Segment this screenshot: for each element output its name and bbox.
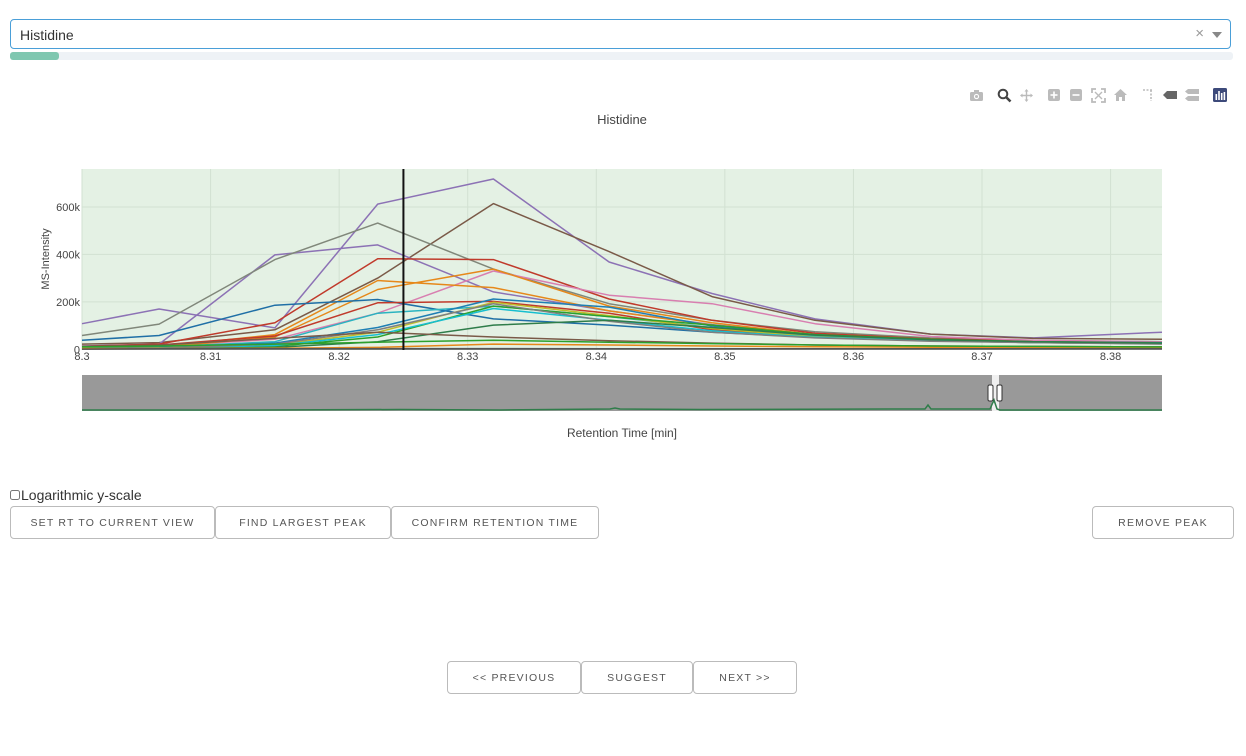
series-line-21[interactable] (81, 347, 1162, 350)
x-tick-label: 8.37 (971, 351, 992, 363)
set-rt-to-current-view-button[interactable]: SET RT TO CURRENT VIEW (10, 506, 215, 539)
remove-peak-button[interactable]: REMOVE PEAK (1092, 506, 1234, 539)
range-slider-handle-right[interactable] (996, 384, 1003, 402)
x-tick-label: 8.34 (586, 351, 607, 363)
x-axis-label: Retention Time [min] (567, 426, 677, 440)
y-tick-label: 0 (74, 344, 80, 356)
x-tick-label: 8.38 (1100, 351, 1121, 363)
next-button[interactable]: NEXT >> (693, 661, 797, 694)
y-axis-ticks: 0 200k 400k 600k (56, 202, 80, 356)
progress-bar (10, 52, 1233, 60)
x-axis-ticks: 8.3 8.31 8.32 8.33 8.34 8.35 8.36 8.37 8.38 (74, 351, 1121, 363)
chromatogram-chart[interactable]: Histidine 8.3 8.31 8.32 8.33 8.34 8.35 8.36 8.3… (0, 70, 1246, 450)
find-largest-peak-button[interactable]: FIND LARGEST PEAK (215, 506, 391, 539)
y-axis-label: MS-Intensity (40, 228, 52, 290)
progress-fill (10, 52, 59, 60)
previous-button[interactable]: << PREVIOUS (447, 661, 581, 694)
metabolite-dropdown[interactable]: Histidine × (10, 19, 1231, 49)
x-tick-label: 8.33 (457, 351, 478, 363)
y-tick-label: 600k (56, 202, 80, 214)
x-tick-label: 8.35 (714, 351, 735, 363)
metabolite-dropdown-value: Histidine (20, 27, 74, 43)
log-scale-toggle[interactable]: Logarithmic y-scale (10, 487, 142, 503)
confirm-retention-time-button[interactable]: CONFIRM RETENTION TIME (391, 506, 599, 539)
x-tick-label: 8.32 (328, 351, 349, 363)
log-scale-checkbox[interactable] (10, 490, 20, 500)
y-tick-label: 200k (56, 297, 80, 309)
x-tick-label: 8.36 (843, 351, 864, 363)
x-tick-label: 8.31 (200, 351, 221, 363)
chevron-down-icon[interactable] (1212, 32, 1222, 38)
log-scale-label: Logarithmic y-scale (21, 487, 142, 503)
range-slider-handle-left[interactable] (987, 384, 994, 402)
clear-icon[interactable]: × (1195, 25, 1204, 42)
chart-title: Histidine (597, 112, 647, 127)
suggest-button[interactable]: SUGGEST (581, 661, 693, 694)
y-tick-label: 400k (56, 249, 80, 261)
